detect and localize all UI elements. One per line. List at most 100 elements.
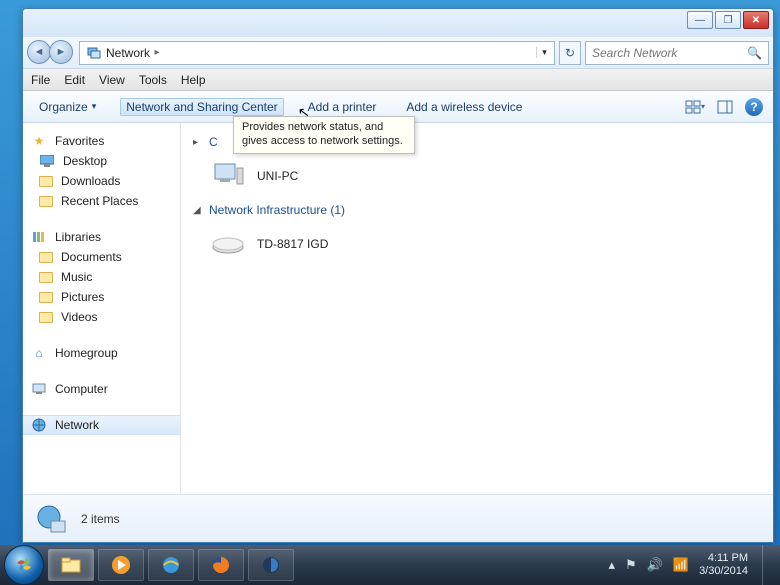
sidebar-item-music[interactable]: Music — [23, 267, 180, 287]
homegroup-icon: ⌂ — [31, 345, 47, 361]
libraries-icon — [31, 229, 47, 245]
add-printer-button[interactable]: Add a printer — [302, 98, 383, 116]
folder-icon — [39, 196, 53, 207]
taskbar-internet-explorer[interactable] — [148, 549, 194, 581]
sidebar-homegroup[interactable]: ⌂ Homegroup — [23, 343, 180, 363]
chevron-down-icon: ▾ — [92, 101, 97, 112]
sidebar-item-label: Downloads — [61, 174, 120, 188]
network-sharing-center-button[interactable]: Network and Sharing Center — [120, 98, 283, 116]
tooltip: Provides network status, and gives acces… — [233, 116, 415, 154]
menu-file[interactable]: File — [31, 73, 50, 87]
group-label: Network Infrastructure (1) — [209, 203, 345, 217]
preview-pane-button[interactable] — [715, 97, 735, 117]
tray-up-icon[interactable]: ▴ — [609, 557, 616, 573]
folder-icon — [39, 272, 53, 283]
search-box[interactable]: 🔍 — [585, 41, 769, 65]
menu-edit[interactable]: Edit — [64, 73, 85, 87]
content-pane: ▸ C UNI-PC ◢ Network Infrastructure (1) … — [181, 123, 773, 494]
sidebar-item-label: Homegroup — [55, 346, 118, 360]
taskbar-firefox[interactable] — [198, 549, 244, 581]
help-button[interactable]: ? — [745, 98, 763, 116]
sidebar-item-downloads[interactable]: Downloads — [23, 171, 180, 191]
computer-icon — [211, 161, 245, 191]
collapse-arrow-icon: ▸ — [193, 137, 203, 148]
search-input[interactable] — [592, 46, 743, 60]
expand-arrow-icon: ◢ — [193, 205, 203, 216]
refresh-button[interactable]: ↻ — [559, 41, 581, 65]
back-button[interactable]: ◄ — [27, 40, 51, 64]
chevron-down-icon: ▾ — [701, 102, 705, 111]
group-label: C — [209, 135, 218, 149]
start-button[interactable] — [4, 545, 44, 585]
title-bar: — ❐ ✕ — [23, 9, 773, 37]
show-desktop-button[interactable] — [762, 545, 772, 585]
taskbar: ▴ ⚑ 🔊 📶 4:11 PM 3/30/2014 — [0, 545, 780, 585]
taskbar-explorer[interactable] — [48, 549, 94, 581]
sidebar-libraries[interactable]: Libraries — [23, 227, 180, 247]
sidebar-item-recent[interactable]: Recent Places — [23, 191, 180, 211]
maximize-button[interactable]: ❐ — [715, 11, 741, 29]
sidebar-computer[interactable]: Computer — [23, 379, 180, 399]
add-wireless-device-button[interactable]: Add a wireless device — [400, 98, 528, 116]
address-bar[interactable]: Network ▸ ▾ — [79, 41, 555, 65]
address-text: Network — [106, 46, 150, 60]
explorer-window: — ❐ ✕ ◄ ► Network ▸ ▾ ↻ 🔍 File Edit View… — [22, 8, 774, 543]
menu-help[interactable]: Help — [181, 73, 206, 87]
folder-icon — [39, 252, 53, 263]
explorer-body: ★ Favorites Desktop Downloads Recent Plac… — [23, 123, 773, 494]
sidebar-item-desktop[interactable]: Desktop — [23, 151, 180, 171]
action-center-icon[interactable]: ⚑ — [625, 557, 637, 573]
sidebar-item-documents[interactable]: Documents — [23, 247, 180, 267]
sidebar-item-label: Pictures — [61, 290, 104, 304]
item-uni-pc[interactable]: UNI-PC — [193, 157, 761, 195]
sidebar-item-label: Recent Places — [61, 194, 138, 208]
organize-button[interactable]: Organize ▾ — [33, 98, 102, 116]
desktop-icon — [39, 153, 55, 169]
sidebar-item-label: Music — [61, 270, 92, 284]
sidebar-favorites[interactable]: ★ Favorites — [23, 131, 180, 151]
view-options-button[interactable]: ▾ — [685, 97, 705, 117]
status-text: 2 items — [81, 512, 120, 526]
network-icon — [35, 503, 67, 535]
sidebar-item-label: Network — [55, 418, 99, 432]
toolbar-right: ▾ ? — [685, 97, 763, 117]
sidebar-item-videos[interactable]: Videos — [23, 307, 180, 327]
item-router[interactable]: TD-8817 IGD — [193, 225, 761, 263]
network-icon — [86, 45, 102, 61]
sidebar-item-label: Favorites — [55, 134, 104, 148]
sidebar-item-label: Documents — [61, 250, 122, 264]
item-label: UNI-PC — [257, 169, 298, 183]
item-label: TD-8817 IGD — [257, 237, 328, 251]
menu-view[interactable]: View — [99, 73, 125, 87]
system-tray: ▴ ⚑ 🔊 📶 4:11 PM 3/30/2014 — [609, 545, 777, 585]
clock[interactable]: 4:11 PM 3/30/2014 — [699, 552, 748, 577]
taskbar-app[interactable] — [248, 549, 294, 581]
forward-button[interactable]: ► — [49, 40, 73, 64]
sidebar-network[interactable]: Network — [23, 415, 180, 435]
taskbar-media-player[interactable] — [98, 549, 144, 581]
menu-tools[interactable]: Tools — [139, 73, 167, 87]
network-tray-icon[interactable]: 📶 — [673, 557, 689, 573]
clock-date: 3/30/2014 — [699, 565, 748, 578]
network-icon — [31, 417, 47, 433]
sidebar-item-label: Desktop — [63, 154, 107, 168]
sidebar-item-label: Computer — [55, 382, 108, 396]
details-pane: 2 items — [23, 494, 773, 542]
minimize-button[interactable]: — — [687, 11, 713, 29]
navigation-row: ◄ ► Network ▸ ▾ ↻ 🔍 — [23, 37, 773, 69]
address-dropdown-button[interactable]: ▾ — [536, 47, 552, 58]
folder-icon — [39, 292, 53, 303]
star-icon: ★ — [31, 133, 47, 149]
group-network-infrastructure[interactable]: ◢ Network Infrastructure (1) — [193, 203, 761, 217]
organize-label: Organize — [39, 100, 88, 114]
router-icon — [211, 229, 245, 259]
menu-bar: File Edit View Tools Help — [23, 69, 773, 91]
computer-icon — [31, 381, 47, 397]
sidebar-item-pictures[interactable]: Pictures — [23, 287, 180, 307]
search-icon: 🔍 — [747, 46, 762, 60]
close-button[interactable]: ✕ — [743, 11, 769, 29]
volume-icon[interactable]: 🔊 — [647, 557, 663, 573]
sidebar-item-label: Videos — [61, 310, 97, 324]
back-forward-group: ◄ ► — [27, 40, 75, 66]
breadcrumb-chevron-icon[interactable]: ▸ — [150, 47, 164, 58]
